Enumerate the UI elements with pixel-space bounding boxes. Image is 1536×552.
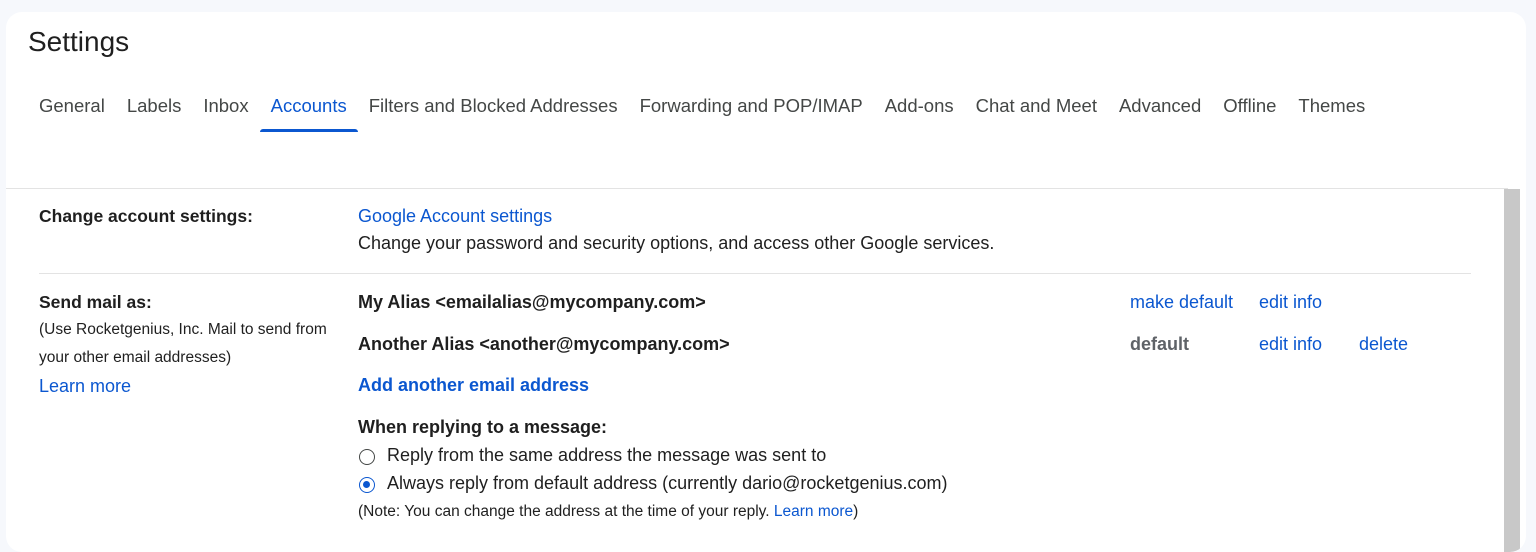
tab-advanced[interactable]: Advanced — [1108, 82, 1212, 138]
add-email-address-link[interactable]: Add another email address — [358, 375, 589, 396]
reply-default-address-radio[interactable] — [359, 477, 375, 493]
tab-offline[interactable]: Offline — [1212, 82, 1287, 138]
google-account-settings-link[interactable]: Google Account settings — [358, 206, 552, 227]
settings-tabs: General Labels Inbox Accounts Filters an… — [28, 82, 1478, 138]
change-account-description: Change your password and security option… — [358, 233, 995, 253]
tabs-divider — [6, 188, 1508, 189]
reply-note-suffix: ) — [853, 503, 859, 520]
reply-note: (Note: You can change the address at the… — [358, 503, 858, 521]
edit-info-link[interactable]: edit info — [1259, 292, 1322, 313]
alias-address: My Alias <emailalias@mycompany.com> — [358, 292, 706, 312]
tab-accounts[interactable]: Accounts — [259, 82, 358, 138]
reply-note-learn-more-link[interactable]: Learn more — [774, 503, 853, 520]
tab-add-ons[interactable]: Add-ons — [874, 82, 965, 138]
page-title: Settings — [28, 26, 130, 57]
default-badge: default — [1130, 334, 1190, 354]
alias-address: Another Alias <another@mycompany.com> — [358, 334, 730, 354]
change-account-label: Change account settings: — [39, 206, 253, 226]
reply-option-label: Always reply from default address (curre… — [387, 473, 948, 493]
tab-filters[interactable]: Filters and Blocked Addresses — [358, 82, 629, 138]
make-default-link[interactable]: make default — [1130, 292, 1233, 313]
tab-chat-meet[interactable]: Chat and Meet — [965, 82, 1108, 138]
tab-inbox[interactable]: Inbox — [192, 82, 259, 138]
send-mail-as-label: Send mail as: — [39, 292, 152, 312]
vertical-scrollbar[interactable] — [1504, 189, 1520, 552]
settings-panel: Settings General Labels Inbox Accounts F… — [6, 12, 1526, 552]
tab-general[interactable]: General — [28, 82, 116, 138]
tab-forwarding[interactable]: Forwarding and POP/IMAP — [629, 82, 874, 138]
send-mail-as-note-line2: your other email addresses) — [39, 349, 232, 366]
learn-more-link[interactable]: Learn more — [39, 376, 131, 397]
row-divider — [39, 273, 1471, 274]
reply-option-label: Reply from the same address the message … — [387, 445, 827, 465]
send-mail-as-note-line1: (Use Rocketgenius, Inc. Mail to send fro… — [39, 321, 327, 338]
edit-info-link[interactable]: edit info — [1259, 334, 1322, 355]
tab-themes[interactable]: Themes — [1287, 82, 1376, 138]
tab-labels[interactable]: Labels — [116, 82, 193, 138]
reply-heading: When replying to a message: — [358, 417, 608, 437]
delete-alias-link[interactable]: delete — [1359, 334, 1408, 355]
reply-note-prefix: (Note: You can change the address at the… — [358, 503, 774, 520]
reply-same-address-radio[interactable] — [359, 449, 375, 465]
